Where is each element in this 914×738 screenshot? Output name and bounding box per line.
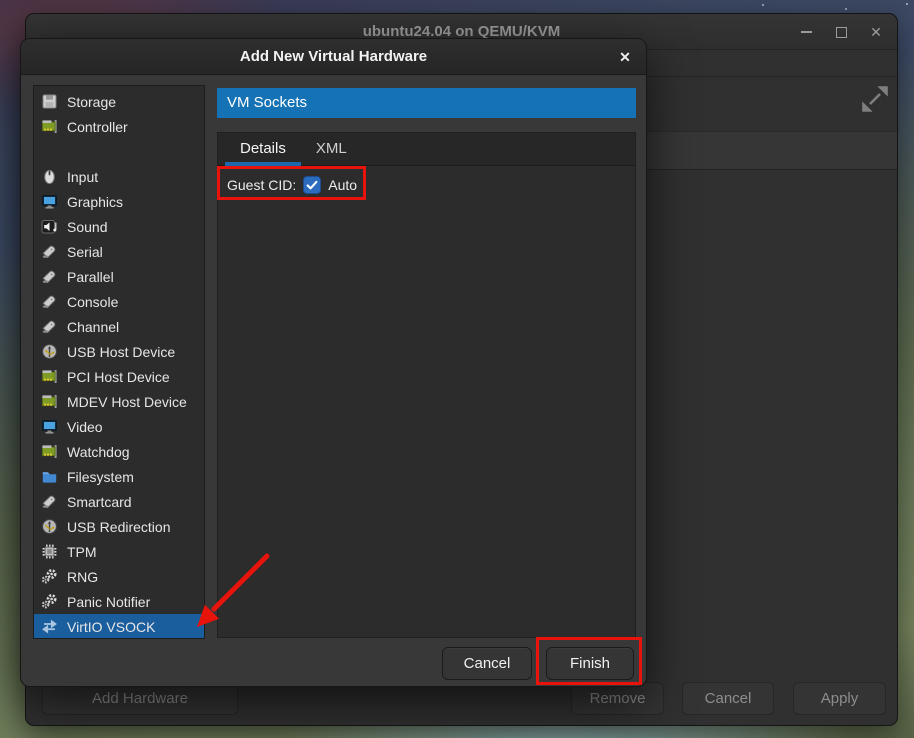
sidebar-item-label: Watchdog [67,444,130,460]
sidebar-item-console[interactable]: Console [34,289,204,314]
sidebar-item-label: Video [67,419,103,435]
guest-cid-label: Guest CID: [227,177,296,193]
sidebar-item-label: USB Redirection [67,519,171,535]
no-icon [41,143,58,160]
sidebar-item-storage[interactable]: Storage [34,89,204,114]
wallpaper-star [762,4,764,6]
hardware-type-list: Storage Controller Input Graphics Sound Seria… [33,85,205,639]
sidebar-item-blank [34,139,204,164]
sidebar-item-label: TPM [67,544,97,560]
sidebar-item-input[interactable]: Input [34,164,204,189]
sidebar-item-panic-notifier[interactable]: Panic Notifier [34,589,204,614]
serial-connector-icon [41,268,58,285]
chip-icon [41,543,58,560]
sidebar-item-label: Channel [67,319,119,335]
dialog-close-icon[interactable]: ✕ [612,44,638,70]
sidebar-item-virtio-vsock[interactable]: VirtIO VSOCK [34,614,204,639]
wallpaper-star [845,8,847,10]
disk-icon [41,93,58,110]
sidebar-item-video[interactable]: Video [34,414,204,439]
tab-details[interactable]: Details [225,133,301,166]
speaker-icon [41,218,58,235]
pci-card-icon [41,443,58,460]
sidebar-item-filesystem[interactable]: Filesystem [34,464,204,489]
tab-bar: Details XML [218,133,635,166]
vm-cancel-button[interactable]: Cancel [682,682,774,715]
expand-diagonal-icon[interactable] [860,84,890,114]
sidebar-item-label: Input [67,169,98,185]
serial-connector-icon [41,318,58,335]
sidebar-item-label: VirtIO VSOCK [67,619,155,635]
gears-icon [41,568,58,585]
sidebar-item-label: Controller [67,119,128,135]
sidebar-item-usb-redirection[interactable]: USB Redirection [34,514,204,539]
sidebar-item-watchdog[interactable]: Watchdog [34,439,204,464]
vsock-arrows-icon [41,618,58,635]
pci-card-icon [41,393,58,410]
dialog-title: Add New Virtual Hardware [240,48,427,65]
sidebar-item-parallel[interactable]: Parallel [34,264,204,289]
auto-checkbox[interactable] [303,176,321,194]
panel-header: VM Sockets [217,88,636,118]
sidebar-item-label: MDEV Host Device [67,394,187,410]
serial-connector-icon [41,243,58,260]
sidebar-item-mdev-host-device[interactable]: MDEV Host Device [34,389,204,414]
desktop-wallpaper: ubuntu24.04 on QEMU/KVM ✕ Add Hardware R… [0,0,914,738]
sidebar-item-graphics[interactable]: Graphics [34,189,204,214]
dialog-titlebar[interactable]: Add New Virtual Hardware ✕ [21,39,646,75]
sidebar-item-label: Graphics [67,194,123,210]
monitor-icon [41,193,58,210]
guest-cid-row: Guest CID: Auto [218,166,635,194]
sidebar-item-usb-host-device[interactable]: USB Host Device [34,339,204,364]
sidebar-item-label: Storage [67,94,116,110]
usb-icon [41,343,58,360]
add-hardware-dialog: Add New Virtual Hardware ✕ Storage Contro… [20,38,647,687]
usb-icon [41,518,58,535]
sidebar-item-label: USB Host Device [67,344,175,360]
auto-label: Auto [328,177,357,193]
sidebar-item-channel[interactable]: Channel [34,314,204,339]
sidebar-item-label: Panic Notifier [67,594,150,610]
sidebar-item-pci-host-device[interactable]: PCI Host Device [34,364,204,389]
mouse-icon [41,168,58,185]
apply-button[interactable]: Apply [793,682,886,715]
pci-card-icon [41,368,58,385]
sidebar-item-label: Filesystem [67,469,134,485]
finish-button[interactable]: Finish [546,647,634,680]
monitor-icon [41,418,58,435]
panel-frame: Details XML Guest CID: Auto [217,132,636,638]
maximize-icon[interactable] [830,21,852,43]
folder-icon [41,468,58,485]
pci-card-icon [41,118,58,135]
sidebar-item-label: Parallel [67,269,114,285]
check-icon [305,178,319,192]
sidebar-item-label: PCI Host Device [67,369,170,385]
sidebar-item-label: Serial [67,244,103,260]
sidebar-item-label: RNG [67,569,98,585]
cancel-button[interactable]: Cancel [442,647,532,680]
serial-connector-icon [41,293,58,310]
sidebar-item-smartcard[interactable]: Smartcard [34,489,204,514]
serial-connector-icon [41,493,58,510]
sidebar-item-label: Sound [67,219,107,235]
panel-header-label: VM Sockets [227,94,307,111]
sidebar-item-rng[interactable]: RNG [34,564,204,589]
tab-xml[interactable]: XML [301,133,362,166]
sidebar-item-sound[interactable]: Sound [34,214,204,239]
sidebar-item-label: Console [67,294,118,310]
sidebar-item-label: Smartcard [67,494,132,510]
sidebar-item-tpm[interactable]: TPM [34,539,204,564]
wallpaper-star [906,3,908,5]
sidebar-item-serial[interactable]: Serial [34,239,204,264]
minimize-icon[interactable] [795,21,817,43]
gears-icon [41,593,58,610]
sidebar-item-controller[interactable]: Controller [34,114,204,139]
close-icon[interactable]: ✕ [865,21,887,43]
